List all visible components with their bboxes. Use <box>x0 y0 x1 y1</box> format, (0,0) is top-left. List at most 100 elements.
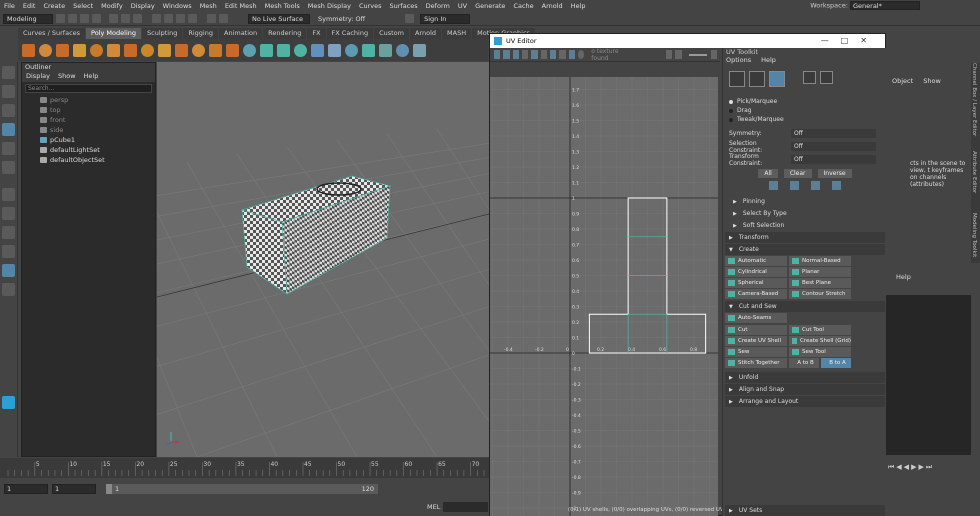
create-uv-shell-button[interactable]: Create UV Shell <box>725 336 787 346</box>
outliner-item[interactable]: front <box>22 115 155 125</box>
select-tool-icon[interactable] <box>2 66 15 79</box>
menu-mesh-display[interactable]: Mesh Display <box>304 2 355 10</box>
outliner-item[interactable]: defaultLightSet <box>22 145 155 155</box>
b-to-a-button[interactable]: B to A <box>821 358 851 368</box>
shelf-tab-custom[interactable]: Custom <box>374 28 409 39</box>
last-tool-icon[interactable] <box>2 188 15 201</box>
create-section-header[interactable]: ▼ Create <box>725 244 885 255</box>
transform-constraint-dropdown[interactable]: Off <box>791 155 876 164</box>
layout-outliner-icon[interactable] <box>2 264 15 277</box>
section-transform[interactable]: ▶ Transform <box>725 232 885 243</box>
rotate-tool-icon[interactable] <box>2 142 15 155</box>
mode-radio-drag[interactable]: Drag <box>723 106 887 115</box>
sew-button[interactable]: Sew <box>725 347 787 357</box>
selection-constraint-dropdown[interactable]: Off <box>791 142 876 151</box>
layer-editor-help[interactable]: Help <box>896 273 911 281</box>
automatic-button[interactable]: Automatic <box>725 256 787 266</box>
quad-draw-icon[interactable] <box>345 43 358 57</box>
select-clear-button[interactable]: Clear <box>783 169 812 178</box>
menu-uv[interactable]: UV <box>454 2 471 10</box>
a-to-b-button[interactable]: A to B <box>789 358 819 368</box>
automatic-map-icon[interactable] <box>396 43 409 57</box>
mel-label[interactable]: MEL <box>427 503 440 511</box>
outliner-item[interactable]: defaultObjectSet <box>22 155 155 165</box>
symmetry-status[interactable]: Symmetry: Off <box>318 15 365 23</box>
perspective-viewport[interactable] <box>157 62 489 457</box>
outliner-menu-display[interactable]: Display <box>22 72 54 82</box>
time-slider[interactable]: 5 10 15 20 25 30 35 40 45 50 55 60 65 70 <box>0 458 490 478</box>
section-arrange-and-layout[interactable]: ▶ Arrange and Layout <box>725 396 885 407</box>
uv-exposure-icon[interactable] <box>675 50 682 59</box>
separate-icon[interactable] <box>192 43 205 57</box>
uv-snapshot-icon[interactable] <box>531 50 538 59</box>
planar-map-icon[interactable] <box>379 43 392 57</box>
section-unfold[interactable]: ▶ Unfold <box>725 372 885 383</box>
bridge-icon[interactable] <box>277 43 290 57</box>
auto-seams-button[interactable]: Auto-Seams <box>725 313 787 323</box>
menu-deform[interactable]: Deform <box>422 2 454 10</box>
menu-windows[interactable]: Windows <box>159 2 196 10</box>
shelf-tab-animation[interactable]: Animation <box>219 28 263 39</box>
cut-tool-button[interactable]: Cut Tool <box>789 325 851 335</box>
modeling-toolkit-tab[interactable]: Modeling Toolkit <box>971 213 977 263</box>
select-component-icon[interactable] <box>133 14 142 23</box>
plane-icon[interactable] <box>107 43 120 57</box>
normal-based-button[interactable]: Normal-Based <box>789 256 851 266</box>
platonic-icon[interactable] <box>141 43 154 57</box>
uv-filter-icon[interactable] <box>549 50 557 59</box>
uv-display-icon[interactable] <box>568 50 575 59</box>
outliner-search-input[interactable]: Search... <box>25 84 152 93</box>
shelf-tab-rendering[interactable]: Rendering <box>263 28 307 39</box>
save-icon[interactable] <box>68 14 77 23</box>
cut-button[interactable]: Cut <box>725 325 787 335</box>
outliner-item[interactable]: pCube1 <box>22 135 155 145</box>
menu-edit-mesh[interactable]: Edit Mesh <box>221 2 261 10</box>
uv-sets-section-header[interactable]: ▶ UV Sets <box>725 505 885 516</box>
lasso-tool-icon[interactable] <box>2 85 15 98</box>
uv-shell-icon[interactable] <box>413 43 426 57</box>
workspace-dropdown[interactable]: General* <box>850 1 920 10</box>
menu-surfaces[interactable]: Surfaces <box>386 2 422 10</box>
move-tool-icon[interactable] <box>2 123 15 136</box>
menu-cache[interactable]: Cache <box>509 2 537 10</box>
shelf-tab-sculpting[interactable]: Sculpting <box>142 28 183 39</box>
best-plane-button[interactable]: Best Plane <box>789 278 851 288</box>
cut-sew-section-header[interactable]: ▼ Cut and Sew <box>725 301 885 312</box>
select-shell-icon[interactable] <box>832 181 841 190</box>
grow-selection-icon[interactable] <box>769 181 778 190</box>
disc-icon[interactable] <box>124 43 137 57</box>
boolean-icon[interactable] <box>226 43 239 57</box>
mode-dropdown[interactable]: Modeling <box>3 13 53 24</box>
section-align-and-snap[interactable]: ▶ Align and Snap <box>725 384 885 395</box>
vertex-mode-icon[interactable] <box>729 71 745 87</box>
shelf-tab-poly-modeling[interactable]: Poly Modeling <box>86 28 141 39</box>
mel-input[interactable] <box>443 502 488 512</box>
uv-toolkit-menu-help[interactable]: Help <box>761 56 776 67</box>
symmetry-dropdown[interactable]: Off <box>791 129 876 138</box>
menu-display[interactable]: Display <box>127 2 159 10</box>
redo-icon[interactable] <box>92 14 101 23</box>
face-mode-icon[interactable] <box>769 71 785 87</box>
smooth-icon[interactable] <box>209 43 222 57</box>
uv-shell-mode-icon[interactable] <box>820 71 833 84</box>
undo-icon[interactable] <box>80 14 89 23</box>
uv-gamma-icon[interactable] <box>710 50 718 59</box>
attribute-editor-tab[interactable]: Attribute Editor <box>971 151 977 211</box>
snap-grid-icon[interactable] <box>152 14 161 23</box>
uv-toolkit-menu-options[interactable]: Options <box>726 56 751 67</box>
edge-mode-icon[interactable] <box>749 71 765 87</box>
combine-icon[interactable] <box>175 43 188 57</box>
folder-icon[interactable] <box>56 14 65 23</box>
channel-box-object[interactable]: Object <box>892 77 913 85</box>
select-all-button[interactable]: All <box>758 169 778 178</box>
texture-field[interactable]: o texture found <box>591 48 624 62</box>
shelf-tab-rigging[interactable]: Rigging <box>183 28 218 39</box>
snap-plane-icon[interactable] <box>188 14 197 23</box>
range-bar[interactable]: 1 120 <box>106 484 378 494</box>
menu-modify[interactable]: Modify <box>97 2 127 10</box>
section-pinning[interactable]: ▶ Pinning <box>725 196 885 207</box>
mode-radio-pick-marquee[interactable]: Pick/Marquee <box>723 97 887 106</box>
spherical-button[interactable]: Spherical <box>725 278 787 288</box>
menu-mesh-tools[interactable]: Mesh Tools <box>261 2 304 10</box>
mode-radio-tweak-marquee[interactable]: Tweak/Marquee <box>723 115 887 124</box>
